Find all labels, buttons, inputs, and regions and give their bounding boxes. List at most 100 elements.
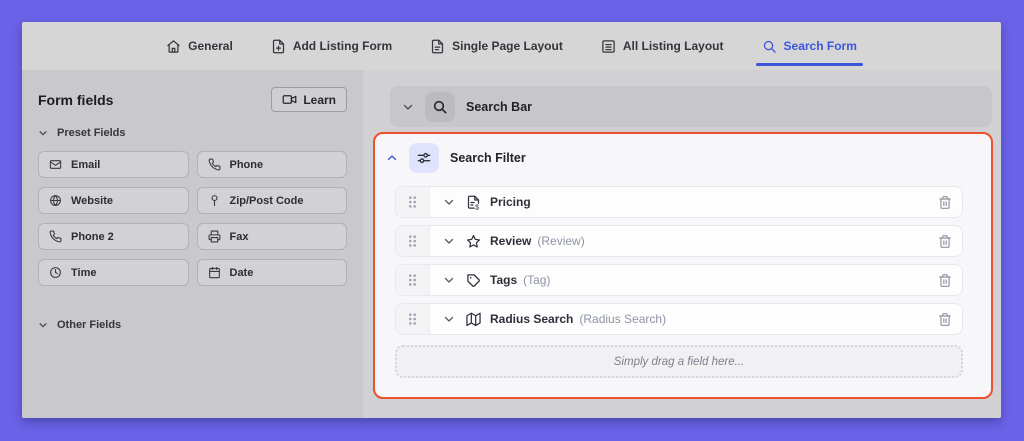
preset-field-website[interactable]: Website [38,187,189,214]
filter-row-pricing: $ Pricing [395,186,963,218]
delete-button[interactable] [938,195,952,210]
layout-icon [601,39,616,54]
file-plus-icon [271,39,286,54]
other-fields-section-toggle[interactable]: Other Fields [38,319,347,331]
trash-icon [938,312,952,327]
drag-handle[interactable] [396,304,430,334]
preset-field-email[interactable]: Email [38,151,189,178]
chevron-down-icon[interactable] [443,196,455,208]
search-filter-title: Search Filter [450,151,526,165]
drag-handle[interactable] [396,187,430,217]
preset-field-label: Fax [230,231,249,243]
sidebar-header: Form fields Learn [38,87,347,112]
filter-row-sublabel: (Radius Search) [579,312,666,326]
filter-row-review: Review (Review) [395,225,963,257]
drag-handle[interactable] [396,265,430,295]
chevron-down-icon [38,320,48,330]
drag-dots-icon [407,273,418,287]
tab-label: Single Page Layout [452,39,563,53]
search-filter-header[interactable]: Search Filter [375,134,991,182]
search-icon [762,39,777,54]
trash-icon [938,234,952,249]
search-bar-icon-badge [425,92,455,122]
form-canvas: Search Bar Search Filter [363,70,1001,418]
home-icon [166,39,181,54]
globe-icon [49,194,62,207]
calendar-icon [208,266,221,279]
preset-fields-section-label: Preset Fields [57,127,125,139]
tab-search-form[interactable]: Search Form [760,22,859,70]
preset-field-label: Time [71,267,96,279]
preset-field-phone-2[interactable]: Phone 2 [38,223,189,250]
chevron-up-icon[interactable] [386,152,398,164]
trash-icon [938,195,952,210]
preset-field-label: Date [230,267,254,279]
pin-icon [208,194,221,207]
map-icon [466,312,481,327]
filter-row-sublabel: (Review) [537,234,584,248]
field-dropzone[interactable]: Simply drag a field here... [395,345,963,378]
preset-field-label: Phone 2 [71,231,114,243]
printer-icon [208,230,221,243]
phone-icon [49,230,62,243]
svg-text:$: $ [475,204,479,210]
video-icon [282,92,297,107]
search-bar-title: Search Bar [466,100,532,114]
preset-field-label: Website [71,195,113,207]
filter-row-sublabel: (Tag) [523,273,550,287]
tab-general[interactable]: General [164,22,235,70]
tag-icon [466,273,481,288]
pricing-icon: $ [466,195,481,210]
chevron-down-icon[interactable] [443,274,455,286]
content-area: Form fields Learn Preset Fields Email Ph… [22,70,1001,418]
filter-row-label: Tags [490,273,517,287]
preset-field-phone[interactable]: Phone [197,151,348,178]
preset-fields-section-toggle[interactable]: Preset Fields [38,127,347,139]
filter-row-label: Review [490,234,531,248]
app-window: General Add Listing Form Single Page Lay… [22,22,1001,418]
search-filter-rows: $ Pricing Review (Re [375,182,991,335]
dropzone-hint: Simply drag a field here... [614,356,744,368]
filter-row-label: Pricing [490,195,531,209]
filter-row-tags: Tags (Tag) [395,264,963,296]
chevron-down-icon[interactable] [443,313,455,325]
sliders-icon [416,150,432,166]
tab-add-listing-form[interactable]: Add Listing Form [269,22,394,70]
tab-all-listing-layout[interactable]: All Listing Layout [599,22,726,70]
tab-label: General [188,39,233,53]
form-fields-sidebar: Form fields Learn Preset Fields Email Ph… [22,70,363,418]
preset-field-fax[interactable]: Fax [197,223,348,250]
preset-field-date[interactable]: Date [197,259,348,286]
search-bar-section[interactable]: Search Bar [390,86,992,127]
preset-field-label: Phone [230,159,264,171]
other-fields-section-label: Other Fields [57,319,121,331]
preset-field-label: Email [71,159,100,171]
drag-handle[interactable] [396,226,430,256]
drag-dots-icon [407,312,418,326]
delete-button[interactable] [938,273,952,288]
filter-row-label: Radius Search [490,312,573,326]
chevron-down-icon [38,128,48,138]
tab-label: Add Listing Form [293,39,392,53]
delete-button[interactable] [938,312,952,327]
chevron-down-icon[interactable] [443,235,455,247]
preset-field-label: Zip/Post Code [230,195,304,207]
search-filter-icon-badge [409,143,439,173]
tab-label: Search Form [784,39,857,53]
search-icon [432,99,448,115]
filter-row-radius-search: Radius Search (Radius Search) [395,303,963,335]
star-icon [466,234,481,249]
phone-icon [208,158,221,171]
sidebar-title: Form fields [38,92,113,108]
trash-icon [938,273,952,288]
tab-single-page-layout[interactable]: Single Page Layout [428,22,565,70]
preset-field-time[interactable]: Time [38,259,189,286]
delete-button[interactable] [938,234,952,249]
preset-field-zip-post-code[interactable]: Zip/Post Code [197,187,348,214]
clock-icon [49,266,62,279]
file-text-icon [430,39,445,54]
learn-button-label: Learn [303,93,336,107]
learn-button[interactable]: Learn [271,87,347,112]
chevron-down-icon[interactable] [402,101,414,113]
tab-label: All Listing Layout [623,39,724,53]
